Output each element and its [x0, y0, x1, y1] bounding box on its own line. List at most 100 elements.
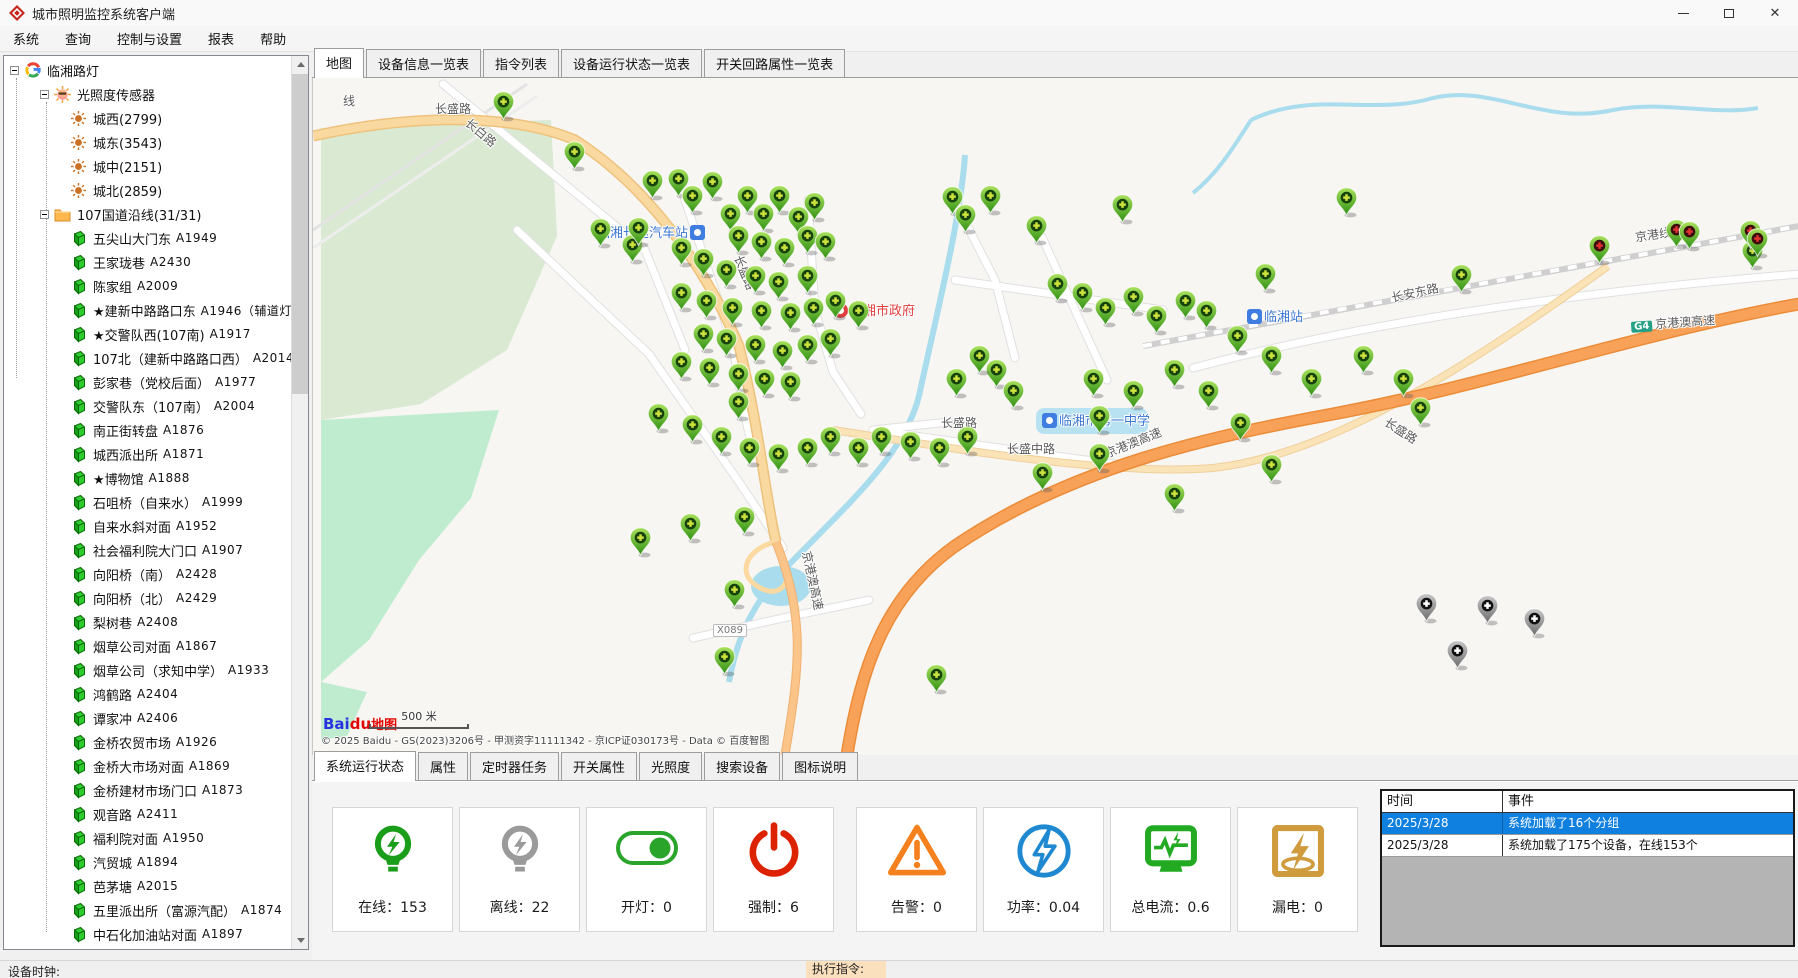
device-pin-offline[interactable]	[1446, 640, 1469, 671]
device-pin-online[interactable]	[727, 225, 750, 256]
device-pin-online[interactable]	[819, 328, 842, 359]
device-pin-online[interactable]	[710, 426, 733, 457]
tree-item-★博物馆[interactable]: ★博物馆A1888	[70, 466, 291, 490]
device-pin-online[interactable]	[1260, 345, 1283, 376]
tree-item-彭家巷（党校后面）[interactable]: 彭家巷（党校后面）A1977	[70, 370, 291, 394]
maximize-button[interactable]	[1706, 0, 1752, 26]
device-pin-online[interactable]	[563, 141, 586, 172]
device-pin-online[interactable]	[713, 646, 736, 677]
device-pin-online[interactable]	[1335, 187, 1358, 218]
device-pin-online[interactable]	[750, 300, 773, 331]
device-pin-online[interactable]	[753, 368, 776, 399]
device-pin-online[interactable]	[1352, 345, 1375, 376]
device-pin-online[interactable]	[824, 290, 847, 321]
device-pin-offline[interactable]	[1476, 595, 1499, 626]
device-pin-online[interactable]	[1260, 454, 1283, 485]
device-pin-online[interactable]	[1046, 273, 1069, 304]
device-pin-online[interactable]	[796, 437, 819, 468]
tab-设备运行状态一览表[interactable]: 设备运行状态一览表	[561, 49, 702, 77]
device-pin-online[interactable]	[1450, 264, 1473, 295]
tree-item-向阳桥（南）[interactable]: 向阳桥（南）A2428	[70, 562, 291, 586]
device-pin-online[interactable]	[819, 426, 842, 457]
device-pin-online[interactable]	[738, 437, 761, 468]
scroll-down-icon[interactable]	[292, 932, 309, 949]
tab-光照度[interactable]: 光照度	[639, 752, 702, 780]
device-pin-online[interactable]	[771, 340, 794, 371]
device-pin-online[interactable]	[627, 217, 650, 248]
device-pin-online[interactable]	[492, 91, 515, 122]
tree-item-烟草公司对面[interactable]: 烟草公司对面A1867	[70, 634, 291, 658]
tree-item-观音路[interactable]: 观音路A2411	[70, 802, 291, 826]
tree-item-★建新中路路口东[interactable]: ★建新中路路口东A1946（辅道灯）	[70, 298, 291, 322]
minimize-button[interactable]	[1660, 0, 1706, 26]
device-pin-online[interactable]	[695, 290, 718, 321]
tree-item-金桥建材市场门口[interactable]: 金桥建材市场门口A1873	[70, 778, 291, 802]
device-pin-online[interactable]	[589, 218, 612, 249]
device-pin-online[interactable]	[1111, 194, 1134, 225]
tab-定时器任务[interactable]: 定时器任务	[470, 752, 559, 780]
tree-item-梨树巷[interactable]: 梨树巷A2408	[70, 610, 291, 634]
device-pin-online[interactable]	[715, 328, 738, 359]
device-pin-online[interactable]	[1163, 359, 1186, 390]
menu-item-帮助[interactable]: 帮助	[247, 26, 299, 51]
device-pin-online[interactable]	[803, 192, 826, 223]
device-pin-online[interactable]	[670, 282, 693, 313]
event-log-row[interactable]: 2025/3/28 12:15:08系统加载了175个设备，在线153个	[1382, 835, 1793, 857]
device-pin-online[interactable]	[1300, 368, 1323, 399]
tab-搜索设备[interactable]: 搜索设备	[704, 752, 780, 780]
tree-item-陈家组[interactable]: 陈家组A2009	[70, 274, 291, 298]
device-pin-online[interactable]	[796, 334, 819, 365]
device-pin-online[interactable]	[773, 237, 796, 268]
tab-地图[interactable]: 地图	[314, 48, 364, 78]
tree-item-交警队东（107南）[interactable]: 交警队东（107南）A2004	[70, 394, 291, 418]
device-pin-online[interactable]	[744, 334, 767, 365]
device-pin-online[interactable]	[679, 513, 702, 544]
tab-属性[interactable]: 属性	[418, 752, 468, 780]
device-pin-online[interactable]	[692, 323, 715, 354]
device-pin-online[interactable]	[802, 297, 825, 328]
device-pin-online[interactable]	[767, 271, 790, 302]
tree-item-芭茅塘[interactable]: 芭茅塘A2015	[70, 874, 291, 898]
device-pin-online[interactable]	[1197, 380, 1220, 411]
device-pin-online[interactable]	[1031, 462, 1054, 493]
device-pin-online[interactable]	[1088, 443, 1111, 474]
tree-item-自来水斜对面[interactable]: 自来水斜对面A1952	[70, 514, 291, 538]
device-pin-online[interactable]	[847, 437, 870, 468]
device-pin-online[interactable]	[945, 368, 968, 399]
device-pin-online[interactable]	[1094, 297, 1117, 328]
device-pin-online[interactable]	[681, 414, 704, 445]
device-pin-offline[interactable]	[1523, 608, 1546, 639]
tree-item-汽贸城[interactable]: 汽贸城A1894	[70, 850, 291, 874]
tree-item-社会福利院大门口[interactable]: 社会福利院大门口A1907	[70, 538, 291, 562]
device-pin-online[interactable]	[715, 259, 738, 290]
close-button[interactable]: ✕	[1752, 0, 1798, 26]
device-pin-online[interactable]	[721, 297, 744, 328]
device-pin-online[interactable]	[733, 506, 756, 537]
device-pin-online[interactable]	[925, 664, 948, 695]
tree-item-城中(2151)[interactable]: 城中(2151)	[70, 154, 291, 178]
device-pin-online[interactable]	[814, 231, 837, 262]
tree-item-五尖山大门东[interactable]: 五尖山大门东A1949	[70, 226, 291, 250]
device-pin-online[interactable]	[1122, 286, 1145, 317]
device-pin-online[interactable]	[641, 170, 664, 201]
tree-item-南正街转盘[interactable]: 南正街转盘A1876	[70, 418, 291, 442]
tree-item-谭家冲[interactable]: 谭家冲A2406	[70, 706, 291, 730]
tree-item-鸿鹤路[interactable]: 鸿鹤路A2404	[70, 682, 291, 706]
menu-item-系统[interactable]: 系统	[0, 26, 52, 51]
device-pin-online[interactable]	[1409, 397, 1432, 428]
tree-item-福利院对面[interactable]: 福利院对面A1950	[70, 826, 291, 850]
tree-item-城东(3543)[interactable]: 城东(3543)	[70, 130, 291, 154]
device-pin-online[interactable]	[899, 431, 922, 462]
tree-item-石咀桥（自来水）[interactable]: 石咀桥（自来水）A1999	[70, 490, 291, 514]
device-pin-online[interactable]	[956, 426, 979, 457]
device-pin-alarm[interactable]	[1588, 235, 1611, 266]
tree-item-光照度传感器[interactable]: 光照度传感器	[40, 82, 291, 106]
device-pin-online[interactable]	[727, 363, 750, 394]
menu-item-报表[interactable]: 报表	[195, 26, 247, 51]
device-pin-online[interactable]	[1254, 263, 1277, 294]
device-pin-online[interactable]	[701, 171, 724, 202]
device-pin-online[interactable]	[723, 579, 746, 610]
collapse-icon[interactable]	[40, 90, 49, 99]
tree-item-烟草公司（求知中学）[interactable]: 烟草公司（求知中学）A1933	[70, 658, 291, 682]
device-pin-online[interactable]	[1195, 300, 1218, 331]
